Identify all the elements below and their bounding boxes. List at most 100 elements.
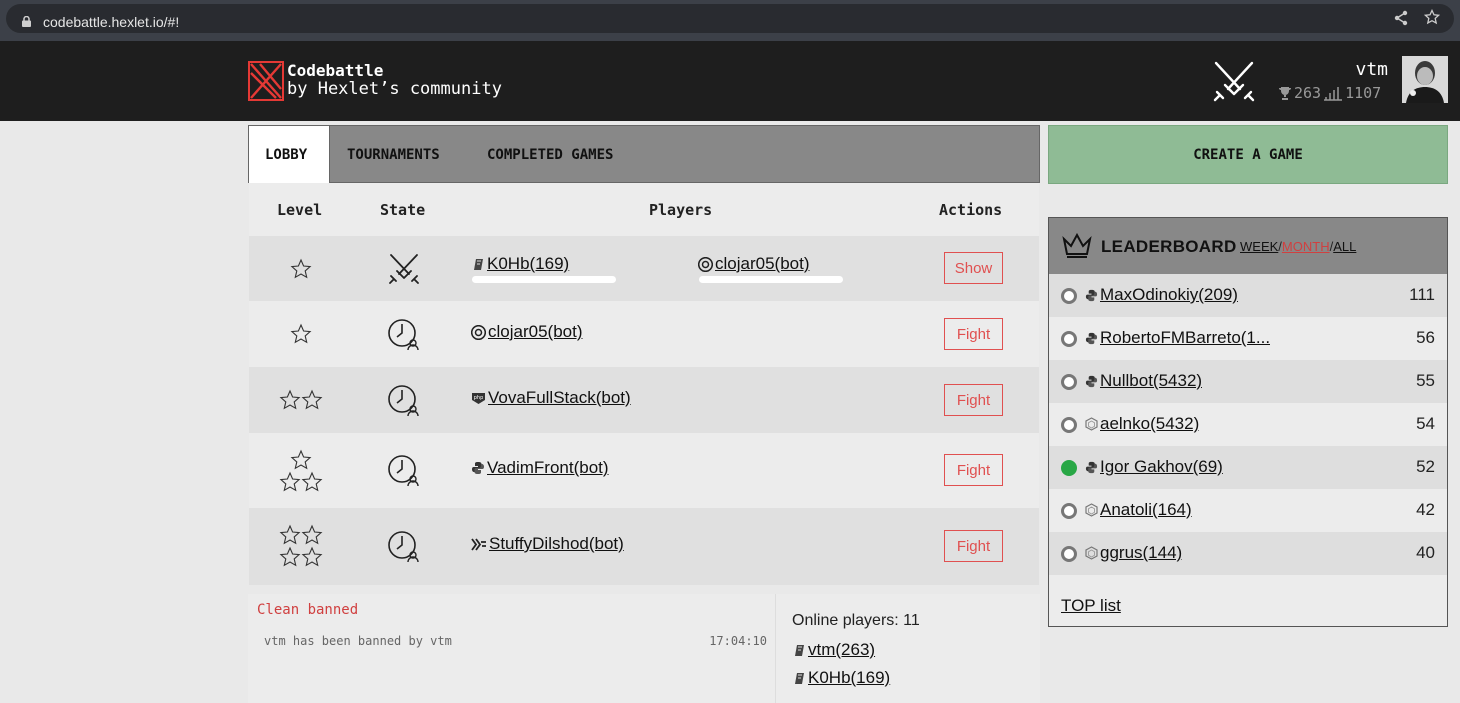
chat-title[interactable]: Clean banned: [257, 602, 358, 618]
leaderboard-row: MaxOdinokiy(209) 111: [1049, 274, 1447, 317]
leaderboard-score: 55: [1416, 371, 1435, 390]
waiting-clock-icon: [388, 319, 419, 351]
player-one-progress: [472, 276, 616, 283]
site-header: Codebattle by Hexlet’s community vtm 263…: [0, 41, 1460, 121]
address-bar[interactable]: codebattle.hexlet.io/#!: [6, 4, 1454, 33]
leaderboard-score: 56: [1416, 328, 1435, 347]
leaderboard-title: LEADERBOARD: [1101, 237, 1237, 256]
leaderboard-player-link[interactable]: Igor Gakhov(69): [1100, 457, 1223, 477]
level-stars-icon: [279, 449, 323, 492]
elixir-lang-icon: [795, 645, 804, 656]
leaderboard-row: Nullbot(5432) 55: [1049, 360, 1447, 403]
leaderboard-player-link[interactable]: Anatoli(164): [1100, 500, 1192, 520]
python-lang-icon: [1085, 375, 1098, 387]
leaderboard-score: 40: [1416, 543, 1435, 562]
brand-subtitle: by Hexlet’s community: [287, 79, 502, 99]
fight-button[interactable]: Fight: [944, 530, 1003, 562]
online-status-indicator: [1061, 331, 1077, 347]
python-lang-icon: [1085, 332, 1098, 344]
header-level: Level: [277, 201, 323, 219]
crossed-swords-icon[interactable]: [1210, 59, 1258, 103]
table-row: StuffyDilshod(bot) Fight: [249, 508, 1039, 585]
leaderboard-player-link[interactable]: RobertoFMBarreto(1...: [1100, 328, 1270, 348]
player-one: clojar05(bot): [471, 322, 583, 342]
online-status-indicator: [1061, 374, 1077, 390]
tab-tournaments[interactable]: TOURNAMENTS: [347, 126, 440, 183]
clojure-lang-icon: [471, 324, 486, 340]
user-rating: 1107: [1345, 84, 1382, 102]
fight-button[interactable]: Fight: [944, 454, 1003, 486]
waiting-clock-icon: [388, 455, 419, 487]
header-state: State: [380, 201, 426, 219]
tab-completed-games[interactable]: COMPLETED GAMES: [487, 126, 613, 183]
top-list-link[interactable]: TOP list: [1061, 596, 1121, 616]
leaderboard-player: Igor Gakhov(69): [1085, 457, 1223, 477]
nodejs-lang-icon: [1085, 417, 1098, 431]
online-player: K0Hb(169): [792, 668, 890, 688]
tab-lobby[interactable]: LOBBY: [249, 126, 330, 183]
online-player-link[interactable]: K0Hb(169): [808, 668, 890, 688]
player-one-link[interactable]: StuffyDilshod(bot): [489, 534, 624, 554]
nodejs-lang-icon: [1085, 503, 1098, 517]
bookmark-star-icon[interactable]: [1424, 9, 1440, 25]
leaderboard-player-link[interactable]: ggrus(144): [1100, 543, 1182, 563]
leaderboard-player: RobertoFMBarreto(1...: [1085, 328, 1270, 348]
table-row: php VovaFullStack(bot) Fight: [249, 367, 1039, 433]
player-one-link[interactable]: VadimFront(bot): [487, 458, 609, 478]
player-one-link[interactable]: clojar05(bot): [488, 322, 583, 342]
period-week-link[interactable]: WEEK: [1240, 239, 1278, 254]
url-text[interactable]: codebattle.hexlet.io/#!: [43, 14, 179, 30]
leaderboard-panel: LEADERBOARD WEEK/MONTH/ALL MaxOdinokiy(2…: [1048, 217, 1448, 627]
user-rank: 263: [1294, 84, 1322, 102]
share-icon[interactable]: [1393, 10, 1409, 26]
online-status-indicator: [1061, 460, 1077, 476]
python-lang-icon: [1085, 461, 1098, 473]
level-stars-icon: [290, 323, 312, 344]
username[interactable]: vtm: [1355, 59, 1388, 80]
level-stars-icon: [279, 524, 323, 567]
player-one-link[interactable]: VovaFullStack(bot): [488, 388, 631, 408]
leaderboard-score: 54: [1416, 414, 1435, 433]
leaderboard-row: Anatoli(164) 42: [1049, 489, 1447, 532]
player-two-link[interactable]: clojar05(bot): [715, 254, 810, 274]
lobby-tabs: LOBBY TOURNAMENTS COMPLETED GAMES: [248, 125, 1040, 183]
python-lang-icon: [1085, 289, 1098, 301]
fight-button[interactable]: Fight: [944, 318, 1003, 350]
user-stats: 263 1107: [1278, 84, 1381, 102]
leaderboard-player-link[interactable]: aelnko(5432): [1100, 414, 1199, 434]
python-lang-icon: [472, 462, 484, 474]
table-header: Level State Players Actions: [249, 183, 1039, 236]
online-player: vtm(263): [792, 640, 875, 660]
online-status-indicator: [1061, 546, 1077, 562]
online-player-link[interactable]: vtm(263): [808, 640, 875, 660]
games-table: Level State Players Actions K0Hb(169) cl…: [249, 183, 1039, 585]
codebattle-logo-icon[interactable]: [248, 61, 284, 101]
battle-swords-icon: [389, 254, 419, 284]
table-row: VadimFront(bot) Fight: [249, 433, 1039, 508]
leaderboard-header: LEADERBOARD WEEK/MONTH/ALL: [1049, 218, 1447, 274]
leaderboard-periods: WEEK/MONTH/ALL: [1240, 239, 1357, 254]
brand-title[interactable]: Codebattle: [287, 61, 383, 80]
player-one-link[interactable]: K0Hb(169): [487, 254, 569, 274]
elixir-lang-icon: [795, 673, 804, 684]
player-one: php VovaFullStack(bot): [471, 388, 631, 408]
leaderboard-player: Nullbot(5432): [1085, 371, 1202, 391]
period-all-link[interactable]: ALL: [1333, 239, 1356, 254]
show-game-button[interactable]: Show: [944, 252, 1003, 284]
leaderboard-row: aelnko(5432) 54: [1049, 403, 1447, 446]
create-game-button[interactable]: CREATE A GAME: [1048, 125, 1448, 184]
leaderboard-score: 111: [1409, 285, 1435, 304]
player-two: clojar05(bot): [698, 254, 810, 274]
leaderboard-player-link[interactable]: Nullbot(5432): [1100, 371, 1202, 391]
fight-button[interactable]: Fight: [944, 384, 1003, 416]
leaderboard-player-link[interactable]: MaxOdinokiy(209): [1100, 285, 1238, 305]
player-one: StuffyDilshod(bot): [471, 534, 624, 554]
period-month-link[interactable]: MONTH: [1282, 239, 1330, 254]
haskell-lang-icon: [471, 537, 486, 551]
player-one: K0Hb(169): [471, 254, 569, 274]
leaderboard-row: ggrus(144) 40: [1049, 532, 1447, 575]
leaderboard-player: ggrus(144): [1085, 543, 1182, 563]
leaderboard-score: 52: [1416, 457, 1435, 476]
user-avatar[interactable]: [1402, 56, 1448, 103]
rating-bars-icon: [1324, 87, 1343, 101]
